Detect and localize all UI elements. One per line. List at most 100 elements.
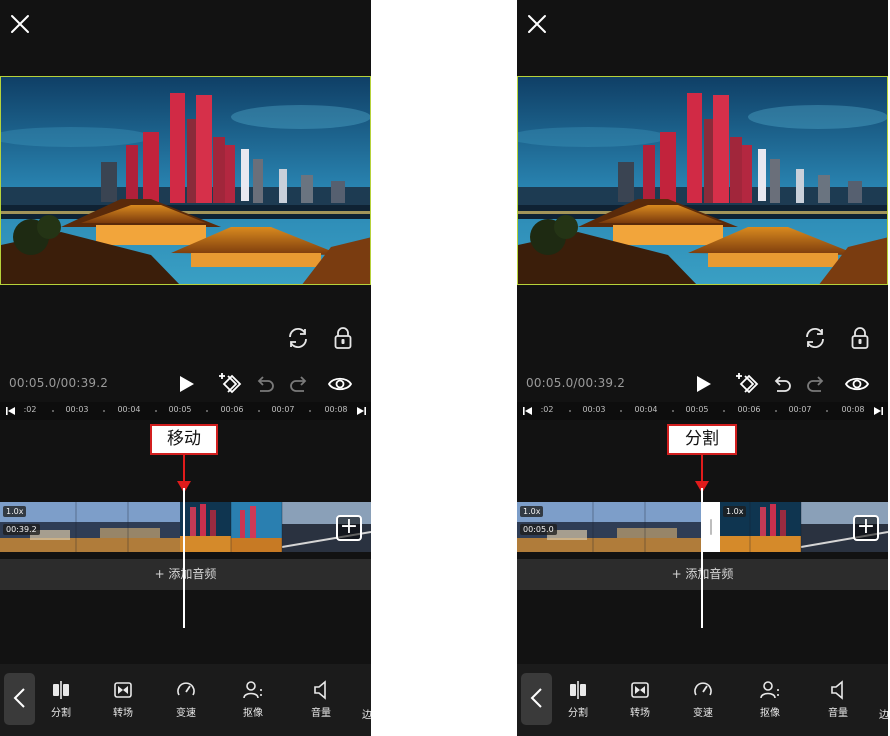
ruler-dot <box>258 410 260 412</box>
redo-icon[interactable] <box>287 373 311 397</box>
ruler-tick: 00:07 <box>271 405 295 414</box>
split-icon <box>570 681 586 699</box>
undo-icon[interactable] <box>253 373 277 397</box>
timecode: 00:05.0/00:39.2 <box>526 376 626 390</box>
tool-volume[interactable]: 音量 <box>813 680 863 719</box>
ruler-dot <box>52 410 54 412</box>
volume-icon <box>314 680 326 700</box>
clip-speed-badge: 1.0x <box>520 506 544 517</box>
tool-transition[interactable]: 转场 <box>615 680 665 719</box>
split-icon <box>53 681 69 699</box>
back-button[interactable] <box>4 673 35 725</box>
editor-screen-split: 00:05.0/00:39.2 :02 00:03 00:04 00:05 00… <box>517 0 888 736</box>
jump-start-icon[interactable] <box>6 407 15 415</box>
rotate-icon[interactable] <box>803 326 827 350</box>
video-preview[interactable] <box>0 76 371 285</box>
transition-icon <box>631 682 649 698</box>
tool-split[interactable]: 分割 <box>553 680 603 719</box>
ruler-tick: :02 <box>540 405 554 414</box>
tool-label: 抠像 <box>243 708 263 719</box>
tool-label: 变速 <box>176 708 196 719</box>
ruler-tick: 00:08 <box>324 405 348 414</box>
chevron-left-icon <box>13 688 25 708</box>
video-clip[interactable]: 1.0x 00:39.2 <box>0 502 371 552</box>
jump-start-icon[interactable] <box>523 407 532 415</box>
edit-toolbar: 分割 转场 变速 抠像 音量 边 <box>517 664 888 736</box>
eye-icon[interactable] <box>327 372 353 396</box>
clip-speed-badge: 1.0x <box>723 506 747 517</box>
ruler-dot <box>826 410 828 412</box>
lock-icon[interactable] <box>331 326 355 350</box>
tool-cutout[interactable]: 抠像 <box>228 680 278 719</box>
tool-overflow-label[interactable]: 边 <box>362 706 371 721</box>
video-preview[interactable] <box>517 76 888 285</box>
tool-label: 音量 <box>311 708 331 719</box>
add-clip-button[interactable]: + <box>853 515 879 541</box>
tool-label: 变速 <box>693 708 713 719</box>
tool-label: 分割 <box>568 708 588 719</box>
undo-icon[interactable] <box>770 373 794 397</box>
jump-end-icon[interactable] <box>874 407 883 415</box>
clip-duration-badge: 00:05.0 <box>520 524 557 535</box>
chevron-left-icon <box>530 688 542 708</box>
playhead[interactable] <box>183 488 185 628</box>
editor-screen-move: 00:05.0/00:39.2 :02 00:03 00:04 00:05 00… <box>0 0 371 736</box>
ruler-dot <box>620 410 622 412</box>
ruler-dot <box>155 410 157 412</box>
cutout-icon <box>243 681 262 699</box>
ruler-tick: :02 <box>23 405 37 414</box>
volume-icon <box>831 680 843 700</box>
tool-speed[interactable]: 变速 <box>161 680 211 719</box>
timeline-ruler[interactable]: :02 00:03 00:04 00:05 00:06 00:07 00:08 <box>0 402 371 420</box>
tool-split[interactable]: 分割 <box>36 680 86 719</box>
ruler-tick: 00:05 <box>168 405 192 414</box>
ruler-tick: 00:03 <box>65 405 89 414</box>
tool-overflow-label[interactable]: 边 <box>879 706 888 721</box>
clip-speed-badge: 1.0x <box>3 506 27 517</box>
close-icon[interactable] <box>526 13 548 35</box>
cutout-icon <box>760 681 779 699</box>
ruler-tick: 00:07 <box>788 405 812 414</box>
tool-label: 音量 <box>828 708 848 719</box>
tool-transition[interactable]: 转场 <box>98 680 148 719</box>
tool-label: 转场 <box>630 708 650 719</box>
ruler-tick: 00:03 <box>582 405 606 414</box>
speed-icon <box>177 682 195 696</box>
annotation-label: 分割 <box>667 424 737 455</box>
play-icon[interactable] <box>174 372 198 396</box>
ruler-dot <box>723 410 725 412</box>
eye-icon[interactable] <box>844 372 870 396</box>
play-icon[interactable] <box>691 372 715 396</box>
tool-label: 抠像 <box>760 708 780 719</box>
ruler-tick: 00:06 <box>220 405 244 414</box>
tool-label: 分割 <box>51 708 71 719</box>
ruler-dot <box>672 410 674 412</box>
annotation-label: 移动 <box>150 424 218 455</box>
keyframe-add-icon[interactable] <box>733 370 759 396</box>
edit-toolbar: 分割 转场 变速 抠像 音量 边 <box>0 664 371 736</box>
back-button[interactable] <box>521 673 552 725</box>
clip-duration-badge: 00:39.2 <box>3 524 40 535</box>
timeline-ruler[interactable]: :02 00:03 00:04 00:05 00:06 00:07 00:08 <box>517 402 888 420</box>
tool-volume[interactable]: 音量 <box>296 680 346 719</box>
ruler-dot <box>775 410 777 412</box>
close-icon[interactable] <box>9 13 31 35</box>
tool-cutout[interactable]: 抠像 <box>745 680 795 719</box>
ruler-dot <box>206 410 208 412</box>
transition-icon <box>114 682 132 698</box>
timecode: 00:05.0/00:39.2 <box>9 376 109 390</box>
video-clip-segment-1[interactable]: 1.0x 00:05.0 <box>517 502 701 552</box>
speed-icon <box>694 682 712 696</box>
rotate-icon[interactable] <box>286 326 310 350</box>
redo-icon[interactable] <box>804 373 828 397</box>
add-clip-button[interactable]: + <box>336 515 362 541</box>
add-audio-button[interactable]: + 添加音频 <box>0 559 371 590</box>
clip-trim-handle[interactable] <box>702 502 720 552</box>
tool-speed[interactable]: 变速 <box>678 680 728 719</box>
keyframe-add-icon[interactable] <box>216 370 242 396</box>
ruler-dot <box>569 410 571 412</box>
ruler-dot <box>103 410 105 412</box>
lock-icon[interactable] <box>848 326 872 350</box>
playhead[interactable] <box>701 488 703 628</box>
jump-end-icon[interactable] <box>357 407 366 415</box>
